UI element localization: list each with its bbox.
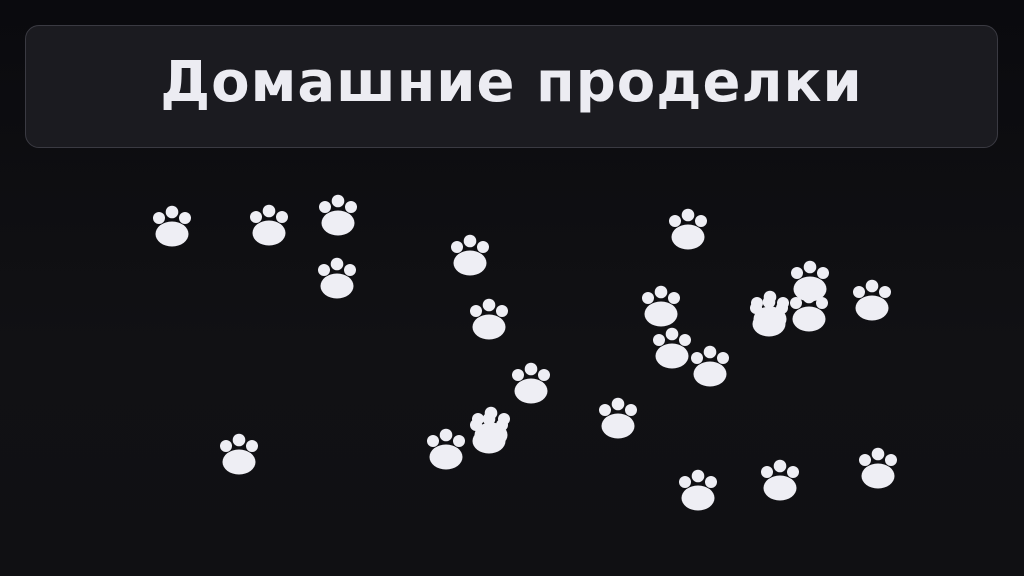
paw-print-icon: [599, 397, 637, 439]
paw-print-icon: [679, 469, 717, 511]
paw-print-icon: [470, 298, 508, 340]
paw-print-icon: [220, 433, 258, 475]
paw-print-icon: [512, 362, 550, 404]
paw-print-icon: [859, 447, 897, 489]
paw-print-icon: [691, 345, 729, 387]
paw-print-icon: [250, 204, 288, 246]
paw-print-icon: [319, 194, 357, 236]
paw-print-icon: [853, 279, 891, 321]
paw-field: [153, 194, 897, 511]
paw-print-icon: [761, 459, 799, 501]
paw-print-icon: [653, 327, 691, 369]
paw-print-icon: [451, 234, 489, 276]
paw-print-icon: [153, 205, 191, 247]
paw-print-icon: [427, 428, 465, 470]
paw-print-icon: [669, 208, 707, 250]
paw-print-icon: [318, 257, 356, 299]
paw-print-icon: [642, 285, 680, 327]
